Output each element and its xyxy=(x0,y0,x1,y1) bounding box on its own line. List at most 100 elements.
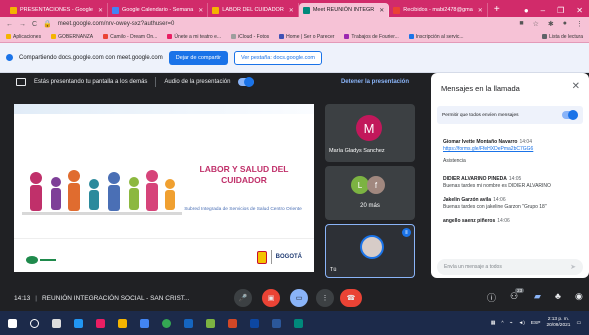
close-icon[interactable]: ✕ xyxy=(478,7,483,14)
profile-icon[interactable]: ● xyxy=(524,6,529,15)
host-controls-icon[interactable]: ◉ xyxy=(575,291,583,302)
powerpoint-icon[interactable] xyxy=(228,318,237,328)
bookmark-icon xyxy=(408,34,414,39)
maximize-icon[interactable]: ❐ xyxy=(557,6,564,15)
back-icon[interactable]: ← xyxy=(6,21,13,28)
task-view-icon[interactable] xyxy=(52,318,61,328)
menu-icon[interactable]: ⋮ xyxy=(576,20,583,28)
info-icon[interactable]: ⓘ xyxy=(487,291,496,304)
close-icon[interactable]: ✕ xyxy=(198,7,203,14)
cloud-icon xyxy=(231,34,237,39)
activities-icon[interactable]: ♣ xyxy=(555,291,561,301)
calendar-icon xyxy=(111,6,119,14)
slide-footer: BOGOTÁ xyxy=(14,238,314,272)
reload-icon[interactable]: C xyxy=(32,21,37,28)
youtube-icon xyxy=(103,34,109,39)
app-icon[interactable] xyxy=(74,318,83,328)
browser-tab[interactable]: LABOR DEL CUIDADOR ✕ xyxy=(208,3,299,17)
sharing-text: Compartiendo docs.google.com con meet.go… xyxy=(19,54,163,61)
stop-sharing-button[interactable]: Dejar de compartir xyxy=(168,50,228,65)
forward-icon[interactable]: → xyxy=(19,21,26,28)
app-icon[interactable] xyxy=(184,318,193,328)
app-icon[interactable] xyxy=(294,318,303,328)
folder-icon xyxy=(51,34,57,39)
switch-tab-button[interactable]: Ver pestaña: docs.google.com xyxy=(234,50,322,65)
store-icon[interactable] xyxy=(140,318,149,328)
close-icon[interactable]: ✕ xyxy=(379,7,384,14)
bookmark[interactable]: Inscripción al servic... xyxy=(408,34,464,40)
chat-permission: Permitir que todos envíen mensajes xyxy=(437,106,583,124)
present-button[interactable]: ▭ xyxy=(290,289,308,307)
more-participants-tile[interactable]: L f 20 más xyxy=(325,166,415,220)
audio-toggle[interactable] xyxy=(238,77,255,87)
language-indicator[interactable]: ESP xyxy=(531,321,541,326)
chat-input[interactable]: Envía un mensaje a todos ➤ xyxy=(437,259,583,275)
bookmark[interactable]: Aplicaciones xyxy=(6,34,41,40)
new-tab-button[interactable]: + xyxy=(488,3,506,17)
close-icon[interactable]: ✕ xyxy=(98,7,103,14)
network-icon[interactable]: ⌁ xyxy=(510,321,513,326)
chat-link[interactable]: https://forms.gle/FfeHXDePma2bC7GG6 xyxy=(443,146,583,153)
close-icon[interactable]: ✕ xyxy=(289,7,294,14)
avatar: M xyxy=(356,115,382,141)
minimize-icon[interactable]: – xyxy=(541,6,545,15)
search-icon[interactable] xyxy=(30,318,39,328)
bookmark[interactable]: Únete a mi teatro e... xyxy=(167,34,221,40)
file-explorer-icon[interactable] xyxy=(118,318,127,328)
bookmark[interactable]: GOBERNANZA xyxy=(51,34,93,40)
browser-tab-active[interactable]: Meet REUNIÓN INTEGR ✕ xyxy=(298,3,390,17)
app-icon[interactable] xyxy=(250,318,259,328)
leave-call-button[interactable]: ☎ xyxy=(340,289,362,307)
bookmark[interactable]: Camilo - Dream On... xyxy=(103,34,157,40)
stop-presentation-button[interactable]: Detener la presentación xyxy=(341,79,409,85)
notifications-icon[interactable]: ▭ xyxy=(576,321,581,326)
word-icon[interactable] xyxy=(272,318,281,328)
microphone-button[interactable]: 🎤 xyxy=(234,289,252,307)
url-field[interactable]: meet.google.com/nrv-owey-sxz?authuser=0 xyxy=(58,21,514,27)
lock-icon: 🔒 xyxy=(43,21,52,28)
present-screen-icon xyxy=(16,78,26,86)
app-icon[interactable] xyxy=(206,318,215,328)
windows-start-icon[interactable] xyxy=(8,318,17,328)
star-icon[interactable]: ☆ xyxy=(533,20,539,28)
close-icon[interactable]: ✕ xyxy=(572,81,580,92)
extension-icon[interactable]: ✱ xyxy=(548,20,554,28)
browser-tab[interactable]: Recibidos - mabi2478@gma ✕ xyxy=(389,3,488,17)
send-icon[interactable]: ➤ xyxy=(570,263,576,271)
notification-area-icon[interactable]: ▦ xyxy=(491,321,496,326)
bookmark[interactable]: iCloud - Fotos xyxy=(231,34,269,40)
camera-off-button[interactable]: ▣ xyxy=(262,289,280,307)
people-icon[interactable]: ⚇ 23 xyxy=(510,288,525,302)
app-icon[interactable] xyxy=(96,318,105,328)
volume-icon[interactable]: ◄) xyxy=(518,321,524,326)
chevron-up-icon[interactable]: ^ xyxy=(501,321,503,326)
slides-icon xyxy=(212,6,220,14)
participant-count-badge: 23 xyxy=(515,288,525,293)
self-avatar xyxy=(360,235,384,259)
self-tile[interactable]: ⦀ Tú xyxy=(325,224,415,278)
chat-message: Giomar Ivette Montaño Navarro 14:04 https… xyxy=(443,139,583,166)
presentation-slide: LABOR Y SALUD DEL CUIDADOR Subred Integr… xyxy=(14,104,314,272)
browser-tab-bar: PRESENTACIONES - Google ✕ Google Calendar… xyxy=(0,0,589,17)
browser-tab[interactable]: PRESENTACIONES - Google ✕ xyxy=(6,3,108,17)
chat-icon[interactable]: ▰ xyxy=(534,291,541,302)
clock[interactable]: 2:13 p. m. 20/09/2021 xyxy=(546,317,570,329)
reading-list[interactable]: Lista de lectura xyxy=(542,34,583,40)
divider: | xyxy=(35,294,37,302)
browser-tab[interactable]: Google Calendario - Semana ✕ xyxy=(108,3,209,17)
camera-icon[interactable]: ■ xyxy=(519,20,523,28)
meeting-name: REUNIÓN INTEGRACIÓN SOCIAL - SAN CRIST..… xyxy=(41,294,190,302)
sharing-icon xyxy=(6,54,13,61)
participant-tile[interactable]: M María Gladys Sanchez xyxy=(325,104,415,162)
bookmark[interactable]: Trabajos de Fourier... xyxy=(344,34,399,40)
bookmark[interactable]: Home | Ser o Parecer xyxy=(279,34,334,40)
avatar-icon[interactable]: ● xyxy=(563,20,567,28)
apps-icon xyxy=(6,34,11,39)
chrome-icon[interactable] xyxy=(162,318,171,328)
slide-title: LABOR Y SALUD DEL CUIDADOR xyxy=(199,164,289,185)
call-controls-bar: 14:13 | REUNIÓN INTEGRACIÓN SOCIAL - SAN… xyxy=(0,285,589,311)
chat-permission-toggle[interactable] xyxy=(562,110,578,120)
close-window-icon[interactable]: ✕ xyxy=(576,6,583,15)
more-options-button[interactable]: ⋮ xyxy=(316,289,334,307)
meet-icon xyxy=(302,6,310,14)
